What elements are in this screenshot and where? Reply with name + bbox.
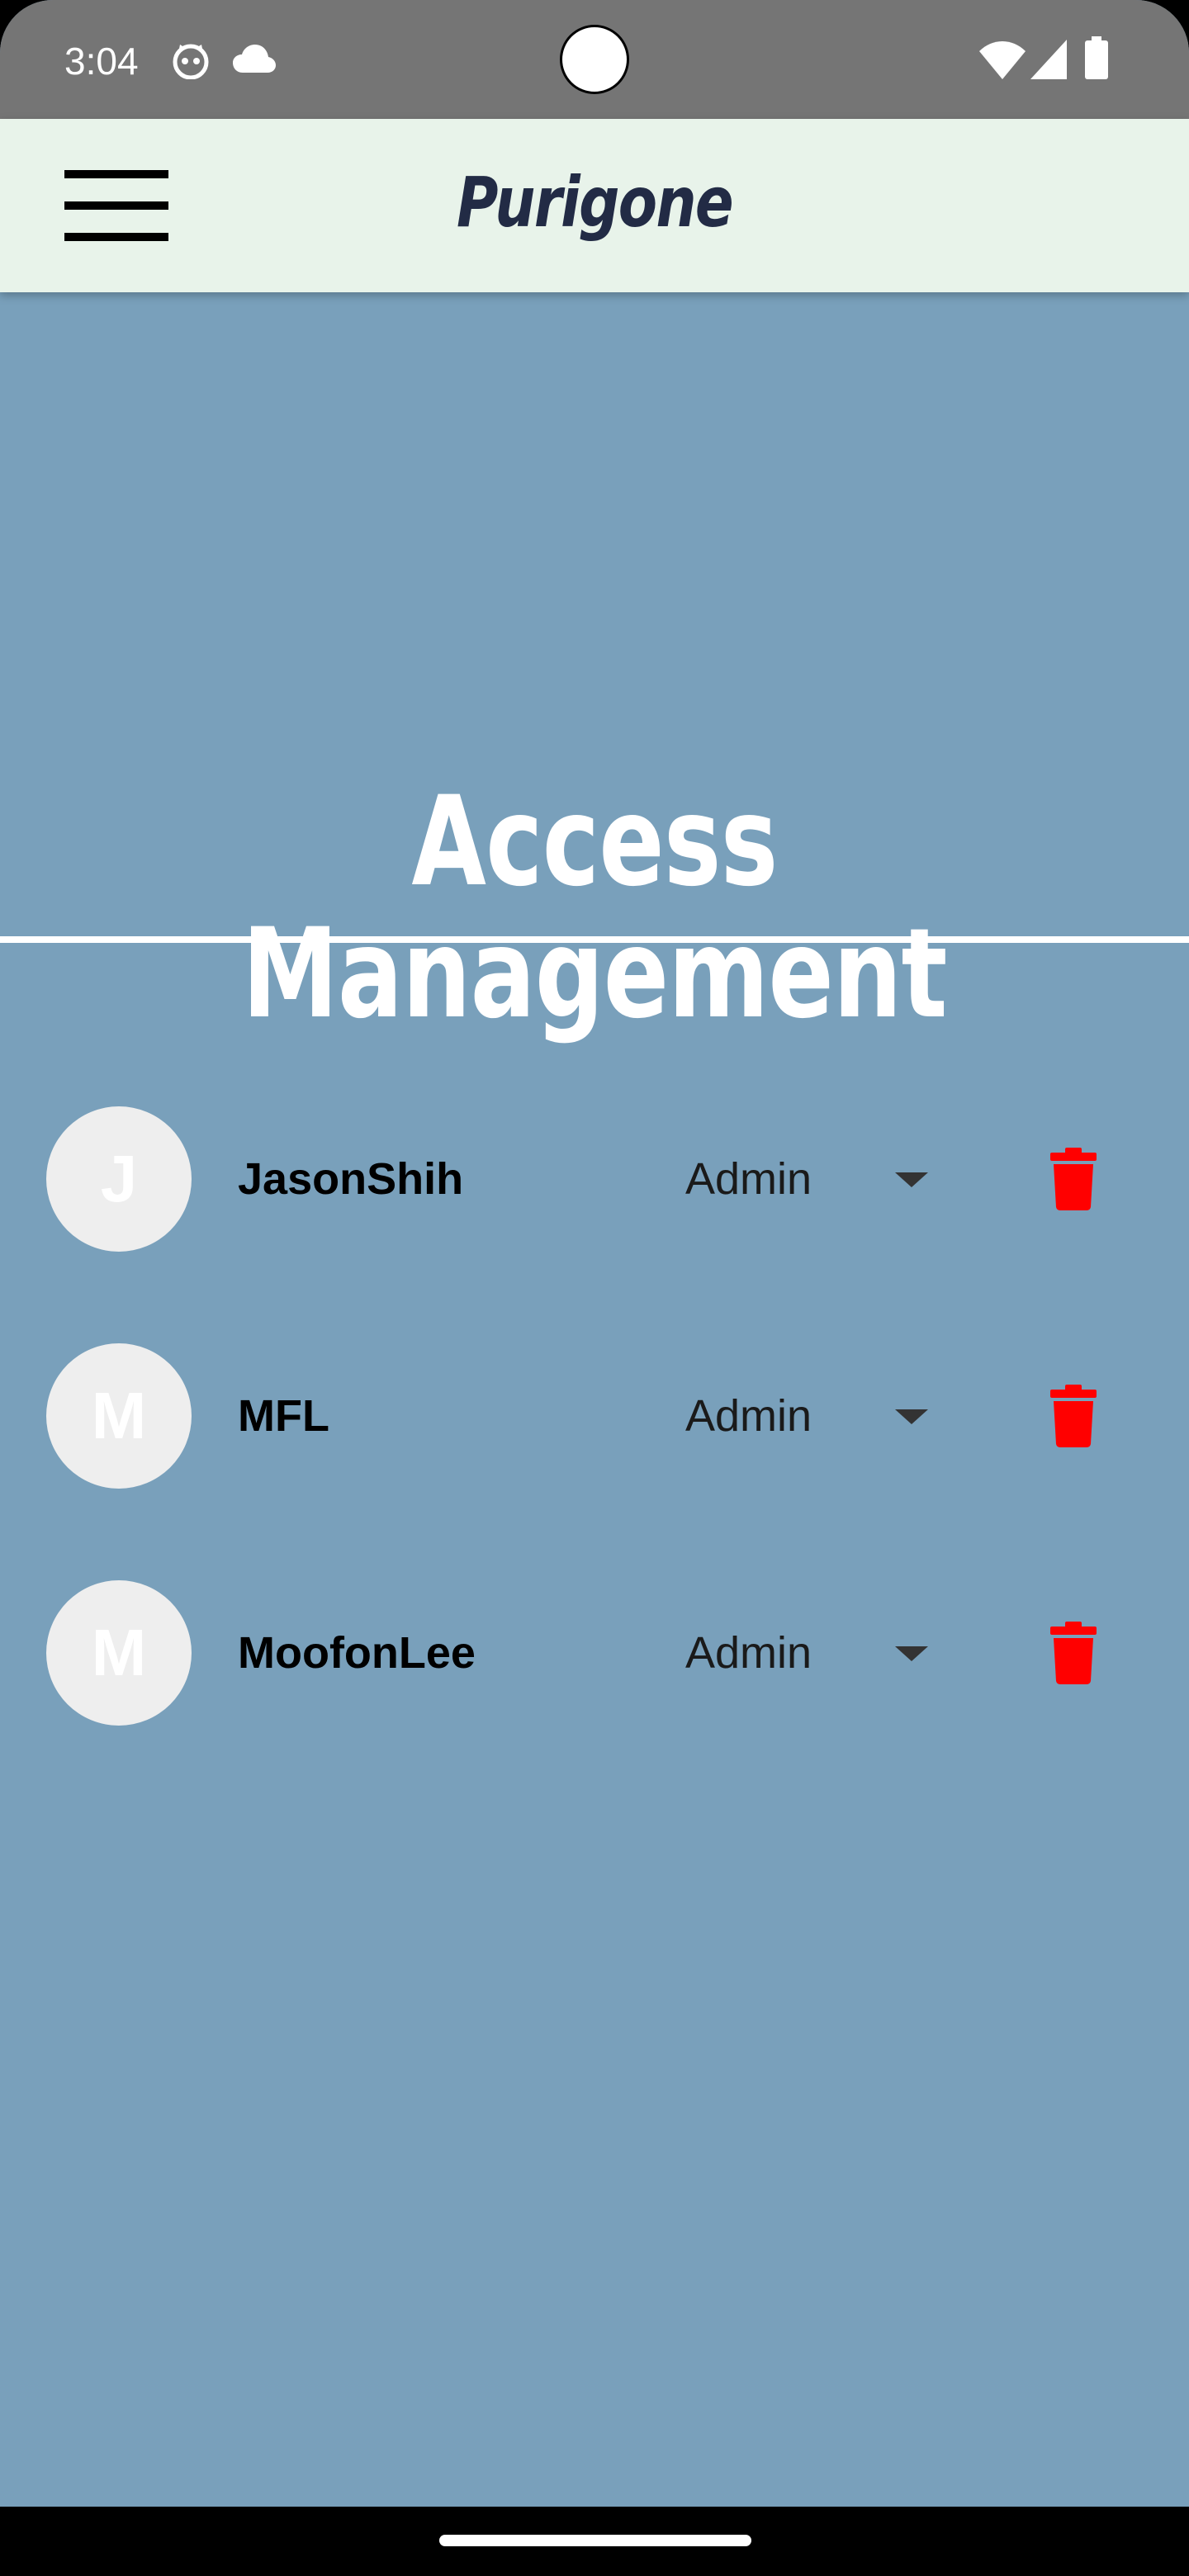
signal-icon (1030, 40, 1067, 79)
user-row: M MoofonLee Admin (0, 1580, 1189, 1726)
app-bar: Purigone (0, 119, 1189, 292)
app-title: Purigone (457, 162, 734, 243)
trash-icon[interactable] (1050, 1622, 1097, 1684)
role-dropdown[interactable]: Admin (685, 1383, 933, 1449)
avatar: J (46, 1106, 192, 1252)
home-indicator[interactable] (439, 2535, 751, 2546)
caret-down-icon (895, 1172, 928, 1187)
avatar: M (46, 1580, 192, 1726)
battery-icon (1085, 36, 1108, 79)
user-name: MoofonLee (238, 1628, 476, 1678)
role-dropdown[interactable]: Admin (685, 1620, 933, 1686)
user-row: J JasonShih Admin (0, 1106, 1189, 1252)
wifi-icon (979, 41, 1026, 79)
trash-icon[interactable] (1050, 1385, 1097, 1447)
title-divider (0, 936, 1189, 943)
role-value: Admin (685, 1391, 812, 1441)
user-name: MFL (238, 1391, 329, 1441)
status-time: 3:04 (64, 40, 139, 83)
cloud-icon (233, 45, 276, 73)
cat-face-icon (173, 44, 209, 79)
user-name: JasonShih (238, 1154, 464, 1204)
avatar: M (46, 1343, 192, 1489)
role-dropdown[interactable]: Admin (685, 1146, 933, 1212)
trash-icon[interactable] (1050, 1148, 1097, 1210)
page-title: Access Management (242, 770, 947, 1046)
caret-down-icon (895, 1409, 928, 1424)
role-value: Admin (685, 1154, 812, 1204)
role-value: Admin (685, 1628, 812, 1678)
navigation-bar (0, 2507, 1189, 2576)
app-screen: 3:04 Purigone Access Management J JasonS… (0, 0, 1189, 2576)
camera-cutout (560, 25, 629, 94)
user-row: M MFL Admin (0, 1343, 1189, 1489)
status-bar: 3:04 (0, 0, 1189, 119)
caret-down-icon (895, 1646, 928, 1661)
